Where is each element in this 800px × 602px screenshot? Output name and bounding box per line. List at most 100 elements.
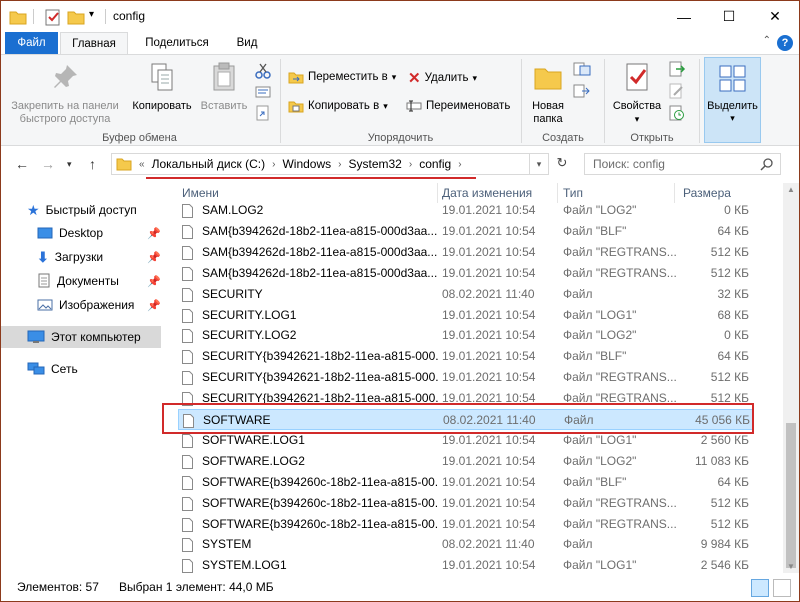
collapse-ribbon-icon[interactable]: ⌃ <box>763 35 771 46</box>
tab-view[interactable]: Вид <box>223 32 271 54</box>
new-folder-button[interactable]: Новая папка <box>525 59 571 126</box>
copy-button[interactable]: Копировать <box>129 59 195 113</box>
address-dropdown-icon[interactable]: ▾ <box>529 153 549 175</box>
delete-button[interactable]: ✕ Удалить ▾ <box>408 69 477 87</box>
file-row[interactable]: SECURITY.LOG1 19.01.2021 10:54 Файл "LOG1"… <box>178 305 753 326</box>
file-name: SECURITY.LOG1 <box>202 307 297 322</box>
new-item-icon[interactable] <box>573 61 591 77</box>
breadcrumb-windows[interactable]: Windows <box>278 157 335 171</box>
file-icon <box>182 517 193 532</box>
large-icons-view-icon[interactable] <box>773 579 791 597</box>
star-icon: ★ <box>27 201 40 218</box>
search-input[interactable]: Поиск: config <box>584 153 781 175</box>
close-button[interactable]: ✕ <box>752 1 798 32</box>
file-size: 0 КБ <box>724 328 749 343</box>
file-row[interactable]: SAM.LOG2 19.01.2021 10:54 Файл "LOG2" 0 КБ <box>178 200 753 221</box>
file-row[interactable]: SOFTWARE{b394260c-18b2-11ea-a815-00... 19… <box>178 493 753 514</box>
forward-button[interactable]: → <box>41 156 55 172</box>
properties-qa-icon[interactable] <box>44 8 62 26</box>
properties-button[interactable]: Свойства ▾ <box>608 59 666 126</box>
file-type: Файл "LOG1" <box>563 307 637 322</box>
nav-desktop[interactable]: Desktop <box>37 222 103 244</box>
recent-locations-button[interactable]: ▾ <box>67 159 72 170</box>
nav-quick-access[interactable]: ★ Быстрый доступ <box>27 199 137 221</box>
paste-shortcut-icon[interactable] <box>255 105 271 121</box>
scrollbar-thumb[interactable] <box>786 423 796 568</box>
move-to-button[interactable]: Переместить в ▾ <box>288 69 396 85</box>
easy-access-icon[interactable] <box>573 83 591 99</box>
file-row[interactable]: SECURITY{b3942621-18b2-11ea-a815-000... 1… <box>178 346 753 367</box>
nav-quick-access-label: Быстрый доступ <box>45 203 137 217</box>
file-row[interactable]: SOFTWARE{b394260c-18b2-11ea-a815-00... 19… <box>178 472 753 493</box>
nav-downloads-label: Загрузки <box>54 250 104 264</box>
tab-file[interactable]: Файл <box>5 32 58 54</box>
breadcrumb-local-disk[interactable]: Локальный диск (C:) <box>148 157 270 171</box>
scroll-down-icon[interactable]: ▼ <box>783 562 799 571</box>
tab-share[interactable]: Поделиться <box>132 32 222 54</box>
file-icon <box>182 350 193 365</box>
file-date: 19.01.2021 10:54 <box>442 223 536 238</box>
file-row[interactable]: SOFTWARE{b394260c-18b2-11ea-a815-00... 19… <box>178 514 753 535</box>
file-date: 08.02.2021 11:40 <box>442 537 535 552</box>
file-row[interactable]: SAM{b394262d-18b2-11ea-a815-000d3aa... 19… <box>178 221 753 242</box>
tab-home[interactable]: Главная <box>60 32 128 54</box>
history-icon[interactable] <box>668 105 686 121</box>
scroll-up-icon[interactable]: ▲ <box>783 185 799 194</box>
overflow-chevron[interactable]: « <box>136 159 148 170</box>
pin-label: Закрепить на панели быстрого доступа <box>11 100 119 125</box>
minimize-button[interactable]: — <box>661 1 707 32</box>
nav-this-pc[interactable]: Этот компьютер <box>1 326 161 348</box>
file-row[interactable]: SYSTEM.LOG1 19.01.2021 10:54 Файл "LOG1" 2 … <box>178 555 753 573</box>
paste-button[interactable]: Вставить <box>196 59 252 113</box>
cut-icon[interactable] <box>255 63 271 79</box>
annotation-underline <box>146 177 476 179</box>
copy-to-button[interactable]: Копировать в ▾ <box>288 98 388 114</box>
open-icon[interactable] <box>668 61 686 77</box>
file-row[interactable]: SECURITY.LOG2 19.01.2021 10:54 Файл "LOG2"… <box>178 325 753 346</box>
file-icon <box>182 308 193 323</box>
file-row[interactable]: SOFTWARE.LOG2 19.01.2021 10:54 Файл "LOG2"… <box>178 451 753 472</box>
file-row[interactable]: SAM{b394262d-18b2-11ea-a815-000d3aa... 19… <box>178 263 753 284</box>
file-date: 19.01.2021 10:54 <box>442 558 536 573</box>
refresh-icon[interactable]: ↻ <box>551 153 573 175</box>
up-button[interactable]: ↑ <box>89 156 96 172</box>
file-row[interactable]: SYSTEM 08.02.2021 11:40 Файл 9 984 КБ <box>178 534 753 555</box>
breadcrumb-system32[interactable]: System32 <box>345 157 406 171</box>
file-type: Файл <box>563 286 593 301</box>
edit-icon[interactable] <box>668 83 686 99</box>
nav-documents[interactable]: Документы <box>37 270 119 292</box>
file-size: 512 КБ <box>710 265 749 280</box>
nav-pictures[interactable]: Изображения <box>37 294 134 316</box>
ribbon-tabs: Файл Главная Поделиться Вид ⌃ ? <box>1 32 799 54</box>
create-group-label: Создать <box>542 132 584 144</box>
rename-label: Переименовать <box>426 100 511 112</box>
file-row[interactable]: SECURITY{b3942621-18b2-11ea-a815-000... 1… <box>178 367 753 388</box>
nav-downloads[interactable]: ⬇ Загрузки <box>37 246 103 268</box>
file-type: Файл "BLF" <box>563 349 627 364</box>
desktop-icon <box>37 227 53 239</box>
file-name: SOFTWARE.LOG2 <box>202 453 305 468</box>
file-size: 64 КБ <box>717 223 749 238</box>
pin-quick-access-button[interactable]: Закрепить на панели быстрого доступа <box>5 59 125 126</box>
item-count: Элементов: 57 <box>17 580 99 594</box>
back-button[interactable]: ← <box>15 156 29 172</box>
vertical-scrollbar[interactable]: ▲ ▼ <box>783 183 799 573</box>
copy-label: Копировать <box>132 100 192 112</box>
select-button[interactable]: Выделить ▾ <box>704 57 761 143</box>
navigation-row: ← → ▾ ↑ « Локальный диск (C:) › Windows … <box>1 147 799 181</box>
nav-network[interactable]: Сеть <box>27 358 78 380</box>
help-icon[interactable]: ? <box>777 35 793 51</box>
details-view-icon[interactable] <box>751 579 769 597</box>
new-folder-qa-icon[interactable] <box>67 8 85 26</box>
rename-button[interactable]: Переименовать <box>406 98 510 114</box>
breadcrumb-config[interactable]: config <box>415 157 455 171</box>
ribbon: Закрепить на панели быстрого доступа Коп… <box>1 54 799 146</box>
file-date: 19.01.2021 10:54 <box>442 244 536 259</box>
maximize-button[interactable]: ☐ <box>706 1 752 32</box>
computer-icon <box>27 330 45 343</box>
address-bar[interactable]: « Локальный диск (C:) › Windows › System… <box>111 153 549 175</box>
file-row[interactable]: SECURITY 08.02.2021 11:40 Файл 32 КБ <box>178 284 753 305</box>
copy-path-icon[interactable] <box>255 85 271 99</box>
qa-dropdown-icon[interactable]: ▾ <box>89 9 94 20</box>
file-row[interactable]: SAM{b394262d-18b2-11ea-a815-000d3aa... 19… <box>178 242 753 263</box>
